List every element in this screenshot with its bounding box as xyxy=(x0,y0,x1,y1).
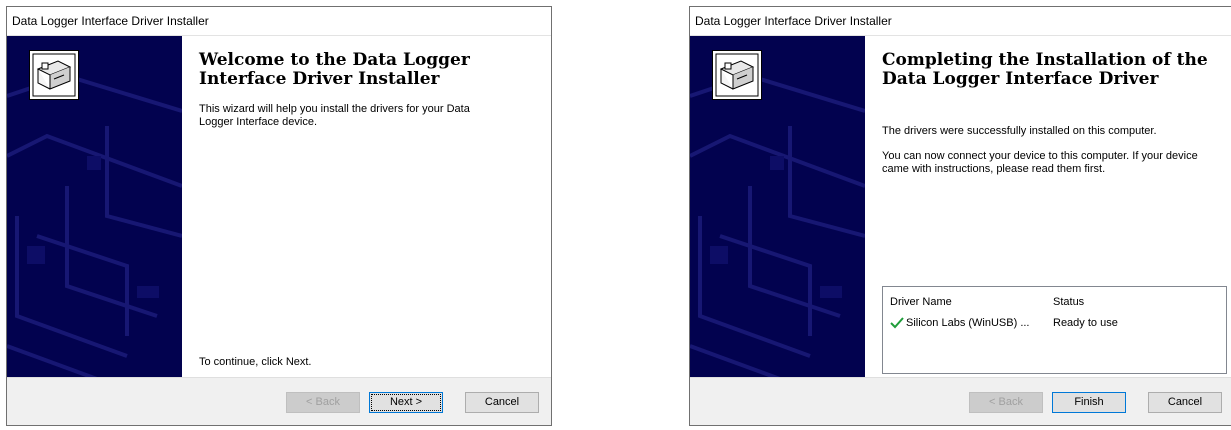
finish-button[interactable]: Finish xyxy=(1052,392,1126,413)
window-title: Data Logger Interface Driver Installer xyxy=(690,7,1231,36)
text-line: This wizard will help you install the dr… xyxy=(199,103,470,115)
wizard-sidebar xyxy=(690,36,865,379)
completion-window: Data Logger Interface Driver Installer C… xyxy=(689,6,1231,426)
wizard-content: Welcome to the Data Logger Interface Dri… xyxy=(199,36,541,379)
heading-line: Interface Driver Installer xyxy=(199,69,440,89)
page-heading: Completing the Installation of the Data … xyxy=(882,51,1224,89)
continue-text: To continue, click Next. xyxy=(199,356,312,368)
text-line: Logger Interface device. xyxy=(199,116,318,128)
heading-line: Welcome to the Data Logger xyxy=(199,50,470,70)
window-title: Data Logger Interface Driver Installer xyxy=(7,7,551,36)
finish-button-label: Finish xyxy=(1074,396,1104,408)
column-header-status[interactable]: Status xyxy=(1053,296,1084,308)
hardware-device-icon xyxy=(29,50,79,100)
button-bar: < Back Finish Cancel xyxy=(690,377,1231,425)
column-header-driver-name[interactable]: Driver Name xyxy=(890,296,952,308)
welcome-window: Data Logger Interface Driver Installer W… xyxy=(6,6,552,426)
cancel-button[interactable]: Cancel xyxy=(1148,392,1222,413)
wizard-sidebar xyxy=(7,36,182,379)
success-text: The drivers were successfully installed … xyxy=(882,125,1157,137)
heading-line: Completing the Installation of the xyxy=(882,50,1208,70)
driver-status: Ready to use xyxy=(1053,317,1118,329)
hardware-device-icon xyxy=(712,50,762,100)
table-row[interactable]: Silicon Labs (WinUSB) ... Ready to use xyxy=(890,317,1226,331)
driver-list[interactable]: Driver Name Status Silicon Labs (WinUSB)… xyxy=(882,286,1227,374)
back-button[interactable]: < Back xyxy=(286,392,360,413)
heading-line: Data Logger Interface Driver xyxy=(882,69,1159,89)
page-heading: Welcome to the Data Logger Interface Dri… xyxy=(199,51,541,89)
next-button[interactable]: Next > xyxy=(369,392,443,413)
back-button[interactable]: < Back xyxy=(969,392,1043,413)
next-button-label: Next > xyxy=(371,394,441,411)
text-line: came with instructions, please read them… xyxy=(882,163,1106,175)
button-bar: < Back Next > Cancel xyxy=(7,377,551,425)
list-header: Driver Name Status xyxy=(890,296,1226,310)
connect-text: You can now connect your device to this … xyxy=(882,150,1224,176)
wizard-body: Completing the Installation of the Data … xyxy=(690,36,1231,379)
driver-name: Silicon Labs (WinUSB) ... xyxy=(906,317,1030,329)
cancel-button[interactable]: Cancel xyxy=(465,392,539,413)
intro-text: This wizard will help you install the dr… xyxy=(199,103,541,129)
checkmark-icon xyxy=(890,316,904,333)
text-line: You can now connect your device to this … xyxy=(882,150,1198,162)
wizard-body: Welcome to the Data Logger Interface Dri… xyxy=(7,36,551,379)
